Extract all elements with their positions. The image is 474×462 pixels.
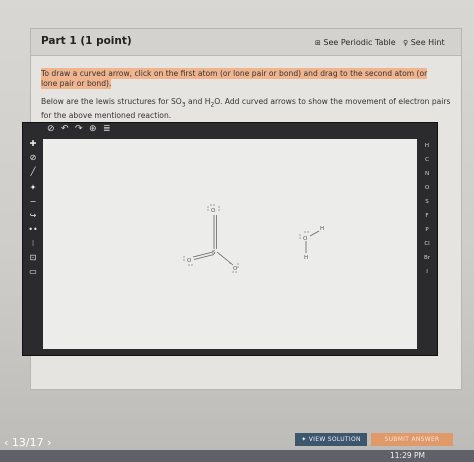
see-hint-link[interactable]: ♀ See Hint	[403, 38, 445, 47]
charge-plus-icon[interactable]: ✦	[27, 183, 39, 192]
element-n[interactable]: N	[421, 171, 433, 177]
electron-pair-icon[interactable]: ••	[27, 225, 39, 234]
sketcher-element-toolbar: H C N O S F P Cl Br I	[417, 139, 437, 355]
question-part-2: and H	[185, 97, 211, 106]
ring-icon[interactable]: ⊡	[27, 253, 39, 262]
element-h[interactable]: H	[421, 143, 433, 149]
element-i[interactable]: I	[421, 269, 433, 275]
submit-label: SUBMIT ANSWER	[384, 436, 440, 443]
charge-minus-icon[interactable]: −	[27, 197, 39, 206]
instruction-text: To draw a curved arrow, click on the fir…	[41, 68, 445, 89]
eraser-icon[interactable]: ⊘	[27, 153, 39, 162]
water-hydrogen-top: H	[320, 226, 324, 232]
periodic-table-label: See Periodic Table	[323, 38, 396, 47]
page-counter: 13/17	[11, 436, 44, 449]
bond-icon[interactable]: ╱	[27, 167, 39, 176]
view-solution-label: VIEW SOLUTION	[308, 436, 361, 443]
undo-icon[interactable]: ↶	[61, 124, 69, 134]
taskbar: 11:29 PM	[0, 450, 474, 462]
element-s[interactable]: S	[421, 199, 433, 205]
instruction-highlight: To draw a curved arrow, click on the fir…	[41, 68, 428, 89]
lightbulb-icon: ♀	[403, 39, 409, 47]
element-cl[interactable]: Cl	[421, 241, 433, 247]
part-title: Part 1 (1 point)	[41, 35, 132, 47]
molecule-drawing: O O S O O H H	[183, 204, 324, 273]
screen: Part 1 (1 point) ⊞ See Periodic Table ♀ …	[0, 0, 474, 462]
view-solution-icon: ✦	[301, 436, 307, 443]
water-hydrogen-bottom: H	[304, 255, 308, 261]
clear-icon[interactable]: ⊘	[47, 124, 55, 134]
periodic-table-icon: ⊞	[315, 39, 321, 47]
previous-arrow-icon[interactable]: ‹	[4, 436, 8, 449]
element-f[interactable]: F	[421, 213, 433, 219]
template-icon[interactable]: ▭	[27, 267, 39, 276]
view-solution-button[interactable]: ✦ VIEW SOLUTION	[295, 433, 367, 446]
sketcher-left-toolbar: ✚ ⊘ ╱ ✦ − ↪ •• ⁝ ⊡ ▭	[23, 139, 43, 355]
redo-icon[interactable]: ↷	[75, 124, 83, 134]
so3-molecule	[192, 215, 234, 266]
so3-oxygen-top: O	[211, 208, 216, 214]
question-part-1: Below are the lewis structures for SO	[41, 97, 182, 106]
submit-answer-button[interactable]: SUBMIT ANSWER	[371, 433, 453, 446]
element-p[interactable]: P	[421, 227, 433, 233]
select-arrow-icon[interactable]: ✚	[27, 139, 39, 148]
element-o[interactable]: O	[421, 185, 433, 191]
question-text: Below are the lewis structures for SO3 a…	[41, 97, 451, 121]
curved-arrow-icon[interactable]: ↪	[27, 211, 39, 220]
radical-icon[interactable]: ⁝	[27, 239, 39, 248]
page-navigation: ‹ 13/17 ›	[4, 436, 52, 449]
see-periodic-table-link[interactable]: ⊞ See Periodic Table	[315, 38, 396, 47]
next-arrow-icon[interactable]: ›	[47, 436, 51, 449]
settings-icon[interactable]: ≣	[103, 124, 111, 134]
element-br[interactable]: Br	[421, 255, 433, 261]
zoom-icon[interactable]: ⊕	[89, 124, 97, 134]
water-oxygen: O	[303, 236, 308, 242]
hint-label: See Hint	[410, 38, 445, 47]
so3-oxygen-right: O	[233, 266, 238, 272]
so3-sulfur: S	[212, 250, 216, 256]
water-molecule	[305, 230, 320, 253]
part-header: Part 1 (1 point) ⊞ See Periodic Table ♀ …	[31, 29, 461, 56]
element-c[interactable]: C	[421, 157, 433, 163]
drawing-canvas[interactable]: O O S O O H H	[43, 139, 417, 349]
taskbar-clock: 11:29 PM	[390, 451, 425, 460]
sketcher-top-toolbar: ⊘ ↶ ↷ ⊕ ≣	[47, 123, 147, 139]
so3-oxygen-left: O	[187, 258, 192, 264]
molecule-sketcher: ⊘ ↶ ↷ ⊕ ≣ ✚ ⊘ ╱ ✦ − ↪ •• ⁝ ⊡ ▭ O O S O O…	[22, 122, 438, 356]
